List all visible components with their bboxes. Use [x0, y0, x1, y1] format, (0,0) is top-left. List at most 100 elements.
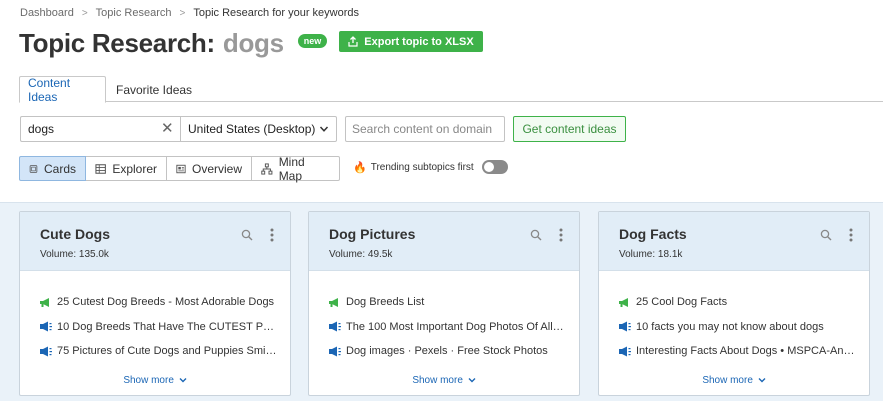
page-title: Topic Research: dogs: [19, 28, 284, 59]
breadcrumb-current: Topic Research for your keywords: [193, 7, 360, 19]
cards-area: Cute Dogs Volume: 135.0k 25 Cutest Dog B…: [0, 202, 883, 401]
view-cards-button[interactable]: Cards: [19, 156, 86, 181]
article-icon: [40, 346, 52, 357]
headline-text: Dog images · Pexels · Free Stock Photos: [346, 345, 548, 358]
card-volume: Volume: 18.1k: [619, 249, 683, 260]
page-title-text: Topic Research:: [19, 28, 215, 58]
card-header: Dog Facts Volume: 18.1k: [599, 212, 869, 271]
domain-search-placeholder: Search content on domain: [352, 122, 493, 136]
article-icon: [329, 321, 341, 332]
breadcrumb-topic-research[interactable]: Topic Research: [96, 7, 172, 19]
show-more-link[interactable]: Show more: [309, 375, 579, 386]
topic-card: Dog Facts Volume: 18.1k 25 Cool Dog Fact…: [598, 211, 870, 396]
article-icon: [329, 346, 341, 357]
headline-item[interactable]: Dog Breeds List: [328, 290, 568, 315]
headline-text: Dog Breeds List: [346, 296, 425, 309]
new-badge: new: [297, 33, 328, 48]
view-explorer-button[interactable]: Explorer: [85, 156, 167, 181]
chevron-down-icon: [758, 378, 766, 383]
show-more-label: Show more: [702, 375, 753, 386]
card-headline-list: 25 Cool Dog Facts 10 facts you may not k…: [618, 290, 858, 364]
trending-subtopics: 🔥 Trending subtopics first: [353, 160, 508, 174]
headline-text: The 100 Most Important Dog Photos Of All…: [346, 320, 566, 333]
keyword-input-value: dogs: [28, 122, 55, 136]
article-icon: [619, 346, 631, 357]
tab-favorite-ideas[interactable]: Favorite Ideas: [108, 76, 200, 103]
domain-search-input[interactable]: Search content on domain: [345, 116, 505, 142]
breadcrumb-separator: >: [81, 7, 88, 19]
topic-card: Cute Dogs Volume: 135.0k 25 Cutest Dog B…: [19, 211, 291, 396]
country-select-value: United States (Desktop): [188, 122, 316, 136]
mindmap-icon: [261, 162, 273, 175]
headline-item[interactable]: 10 Dog Breeds That Have The CUTEST Pup…: [39, 315, 279, 340]
show-more-label: Show more: [123, 375, 174, 386]
show-more-link[interactable]: Show more: [599, 375, 869, 386]
headline-text: 10 facts you may not know about dogs: [636, 320, 824, 333]
view-mind-map-button[interactable]: Mind Map: [251, 154, 340, 183]
headline-item[interactable]: 25 Cutest Dog Breeds - Most Adorable Dog…: [39, 290, 279, 315]
headline-text: 25 Cool Dog Facts: [636, 296, 728, 309]
card-volume: Volume: 49.5k: [329, 249, 393, 260]
card-title[interactable]: Cute Dogs: [40, 226, 110, 242]
search-icon[interactable]: [241, 229, 253, 241]
tab-content-ideas[interactable]: Content Ideas: [19, 76, 106, 104]
keyword-input[interactable]: dogs ✕: [20, 116, 180, 142]
card-header: Cute Dogs Volume: 135.0k: [20, 212, 290, 271]
search-icon[interactable]: [530, 229, 542, 241]
article-icon: [40, 321, 52, 332]
headline-item[interactable]: 25 Cool Dog Facts: [618, 290, 858, 315]
cards-icon: [29, 164, 38, 173]
headline-item[interactable]: 75 Pictures of Cute Dogs and Puppies Smi…: [39, 339, 279, 364]
card-headline-list: Dog Breeds List The 100 Most Important D…: [328, 290, 568, 364]
headline-item[interactable]: Dog images · Pexels · Free Stock Photos: [328, 339, 568, 364]
view-cards-label: Cards: [43, 161, 76, 176]
toggle-knob: [483, 162, 494, 172]
card-title[interactable]: Dog Pictures: [329, 226, 415, 242]
more-vertical-icon[interactable]: [849, 228, 853, 242]
chevron-down-icon: [179, 378, 187, 383]
headline-text: 25 Cutest Dog Breeds - Most Adorable Dog…: [57, 296, 275, 309]
view-overview-button[interactable]: Overview: [166, 156, 252, 181]
get-content-ideas-button[interactable]: Get content ideas: [513, 116, 626, 142]
card-title[interactable]: Dog Facts: [619, 226, 687, 242]
page-title-keyword: dogs: [222, 28, 284, 58]
card-header: Dog Pictures Volume: 49.5k: [309, 212, 579, 271]
trending-toggle[interactable]: [481, 160, 508, 174]
breadcrumb-dashboard[interactable]: Dashboard: [20, 7, 74, 19]
headline-item[interactable]: 10 facts you may not know about dogs: [618, 315, 858, 340]
headline-item[interactable]: Interesting Facts About Dogs • MSPCA-Ang…: [618, 339, 858, 364]
export-xlsx-label: Export topic to XLSX: [364, 35, 474, 48]
chevron-down-icon: [319, 126, 329, 132]
headline-text: Interesting Facts About Dogs • MSPCA-Ang…: [636, 345, 856, 358]
clear-icon[interactable]: ✕: [161, 121, 174, 136]
topic-card: Dog Pictures Volume: 49.5k Dog Breeds Li…: [308, 211, 580, 396]
card-headline-list: 25 Cutest Dog Breeds - Most Adorable Dog…: [39, 290, 279, 364]
card-volume: Volume: 135.0k: [40, 249, 109, 260]
table-icon: [95, 163, 106, 174]
view-mind-map-label: Mind Map: [278, 154, 305, 183]
article-icon: [619, 321, 631, 332]
country-select[interactable]: United States (Desktop): [180, 116, 337, 142]
view-switcher: Cards Explorer Overview Mind Map: [19, 154, 340, 183]
tab-bar: Content Ideas Favorite Ideas: [19, 76, 883, 104]
view-explorer-label: Explorer: [112, 161, 157, 176]
chevron-down-icon: [468, 378, 476, 383]
show-more-link[interactable]: Show more: [20, 375, 290, 386]
megaphone-icon: [40, 297, 49, 307]
breadcrumb: Dashboard > Topic Research > Topic Resea…: [20, 7, 359, 19]
search-icon[interactable]: [820, 229, 832, 241]
export-icon: [348, 36, 358, 47]
trending-label: Trending subtopics first: [370, 161, 474, 173]
fire-icon: 🔥: [353, 161, 367, 174]
breadcrumb-separator: >: [179, 7, 186, 19]
megaphone-icon: [329, 297, 338, 307]
more-vertical-icon[interactable]: [559, 228, 563, 242]
headline-item[interactable]: The 100 Most Important Dog Photos Of All…: [328, 315, 568, 340]
export-xlsx-button[interactable]: Export topic to XLSX: [339, 31, 483, 52]
show-more-label: Show more: [412, 375, 463, 386]
headline-text: 75 Pictures of Cute Dogs and Puppies Smi…: [57, 345, 277, 358]
overview-icon: [176, 164, 186, 173]
view-overview-label: Overview: [191, 161, 242, 176]
title-row: Topic Research: dogs new Export topic to …: [19, 28, 483, 59]
more-vertical-icon[interactable]: [270, 228, 274, 242]
